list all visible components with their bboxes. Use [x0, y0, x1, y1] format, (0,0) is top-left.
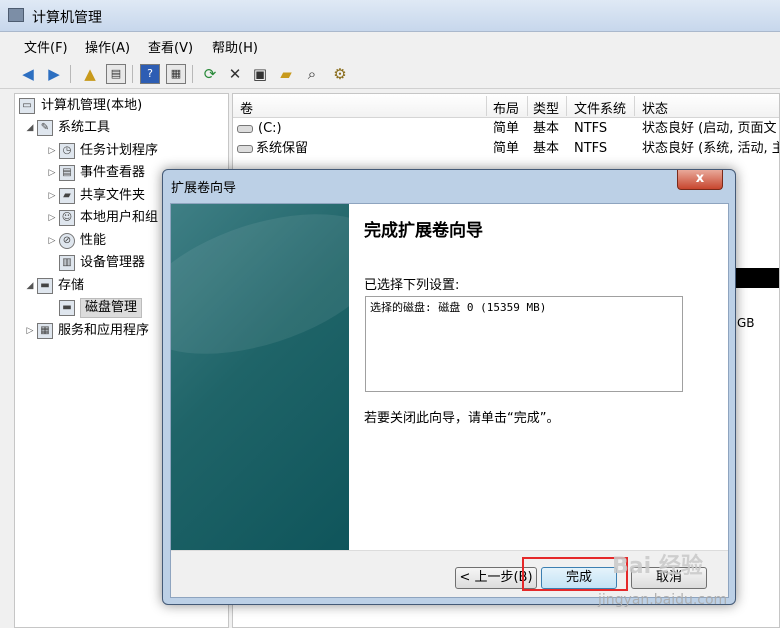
drive-icon	[237, 145, 253, 153]
menu-file[interactable]: 文件(F)	[24, 37, 68, 56]
disk-icon: ▬	[59, 300, 75, 316]
collapse-arrow-icon[interactable]: ◢	[25, 276, 35, 296]
expand-arrow-icon[interactable]: ▷	[47, 186, 57, 206]
window-title: 计算机管理	[32, 10, 102, 26]
disk-size-unit: GB	[737, 316, 755, 330]
computer-icon: ▭	[19, 98, 35, 114]
disk-bar	[735, 268, 779, 288]
finish-hint: 若要关闭此向导，请单击“完成”。	[364, 411, 560, 426]
column-divider[interactable]	[527, 96, 528, 116]
shared-folder-icon: ▰	[59, 188, 75, 204]
drive-icon	[237, 125, 253, 133]
users-icon: ☺	[59, 210, 75, 226]
volume-layout: 简单	[493, 141, 520, 156]
clock-icon: ◷	[59, 143, 75, 159]
toolbar-separator	[192, 65, 193, 83]
toolbar-separator	[70, 65, 71, 83]
dialog-title: 扩展卷向导	[171, 181, 237, 196]
collapse-arrow-icon[interactable]: ◢	[25, 118, 35, 138]
refresh-icon[interactable]: ⟳	[200, 64, 220, 84]
storage-icon: ▬	[37, 278, 53, 294]
menu-help[interactable]: 帮助(H)	[212, 37, 258, 56]
wizard-heading: 完成扩展卷向导	[364, 221, 483, 241]
settings-icon[interactable]: ⚙	[330, 64, 350, 84]
tree-task-scheduler[interactable]: ▷ ◷ 任务计划程序	[47, 141, 224, 161]
column-layout[interactable]: 布局	[493, 98, 519, 117]
column-status[interactable]: 状态	[642, 98, 668, 117]
volume-name: (C:)	[258, 121, 282, 136]
tree-root[interactable]: ▭ 计算机管理(本地)	[19, 96, 224, 116]
forward-arrow-icon[interactable]: ▶	[44, 64, 64, 84]
volume-layout: 简单	[493, 121, 520, 136]
wizard-banner	[171, 204, 349, 550]
volume-filesystem: NTFS	[574, 141, 608, 156]
column-volume[interactable]: 卷	[240, 98, 253, 117]
watermark-brand: Bai 经验	[612, 554, 703, 579]
expand-arrow-icon[interactable]: ▷	[47, 231, 57, 251]
toolbar-separator	[132, 65, 133, 83]
volume-filesystem: NTFS	[574, 121, 608, 136]
table-row[interactable]: (C:) 简单 基本 NTFS 状态良好 (启动, 页面文	[233, 119, 779, 139]
volume-type: 基本	[533, 121, 560, 136]
device-manager-icon: ▥	[59, 255, 75, 271]
tools-icon: ✎	[37, 120, 53, 136]
expand-arrow-icon[interactable]: ▷	[47, 208, 57, 228]
close-button[interactable]: x	[677, 170, 723, 190]
column-divider[interactable]	[566, 96, 567, 116]
watermark-url: jingyan.baidu.com	[598, 592, 728, 608]
volume-name: 系统保留	[256, 141, 309, 156]
menu-bar: 文件(F) 操作(A) 查看(V) 帮助(H)	[0, 33, 780, 57]
volume-type: 基本	[533, 141, 560, 156]
list-header: 卷 布局 类型 文件系统 状态	[233, 94, 779, 118]
open-folder-icon[interactable]: ▰	[276, 64, 296, 84]
tree-system-tools[interactable]: ◢ ✎ 系统工具	[25, 118, 224, 138]
event-log-icon: ▤	[59, 165, 75, 181]
column-divider[interactable]	[486, 96, 487, 116]
column-type[interactable]: 类型	[533, 98, 559, 117]
settings-textbox[interactable]: 选择的磁盘: 磁盘 0 (15359 MB)	[365, 296, 683, 392]
dialog-body: 完成扩展卷向导 已选择下列设置: 选择的磁盘: 磁盘 0 (15359 MB) …	[170, 203, 729, 598]
back-arrow-icon[interactable]: ◀	[18, 64, 38, 84]
selected-settings-label: 已选择下列设置:	[364, 278, 460, 293]
wizard-content: 完成扩展卷向导 已选择下列设置: 选择的磁盘: 磁盘 0 (15359 MB) …	[349, 204, 728, 550]
menu-view[interactable]: 查看(V)	[148, 37, 193, 56]
column-filesystem[interactable]: 文件系统	[574, 98, 626, 117]
toolbar: ◀ ▶ ▲ ▤ ? ▦ ⟳ ✕ ▣ ▰ ⌕ ⚙	[0, 57, 780, 89]
banner-decoration	[171, 204, 349, 382]
search-icon[interactable]: ⌕	[302, 64, 322, 84]
up-folder-icon[interactable]: ▲	[80, 64, 100, 84]
volume-status: 状态良好 (系统, 活动, 主	[642, 141, 780, 156]
expand-arrow-icon[interactable]: ▷	[47, 163, 57, 183]
delete-icon[interactable]: ✕	[225, 64, 245, 84]
title-bar: 计算机管理	[0, 0, 780, 32]
menu-action[interactable]: 操作(A)	[85, 37, 130, 56]
action-pane-icon[interactable]: ▦	[166, 64, 186, 84]
expand-arrow-icon[interactable]: ▷	[25, 321, 35, 341]
expand-arrow-icon[interactable]: ▷	[47, 141, 57, 161]
services-icon: ▦	[37, 323, 53, 339]
volume-status: 状态良好 (启动, 页面文	[642, 121, 777, 136]
column-divider[interactable]	[634, 96, 635, 116]
properties-icon[interactable]: ▣	[250, 64, 270, 84]
show-hide-tree-icon[interactable]: ▤	[106, 64, 126, 84]
performance-icon: ⊘	[59, 233, 75, 249]
table-row[interactable]: 系统保留 简单 基本 NTFS 状态良好 (系统, 活动, 主	[233, 139, 780, 159]
computer-management-icon	[8, 8, 24, 22]
help-icon[interactable]: ?	[140, 64, 160, 84]
extend-volume-wizard-dialog: 扩展卷向导 x 完成扩展卷向导 已选择下列设置: 选择的磁盘: 磁盘 0 (15…	[162, 169, 736, 605]
